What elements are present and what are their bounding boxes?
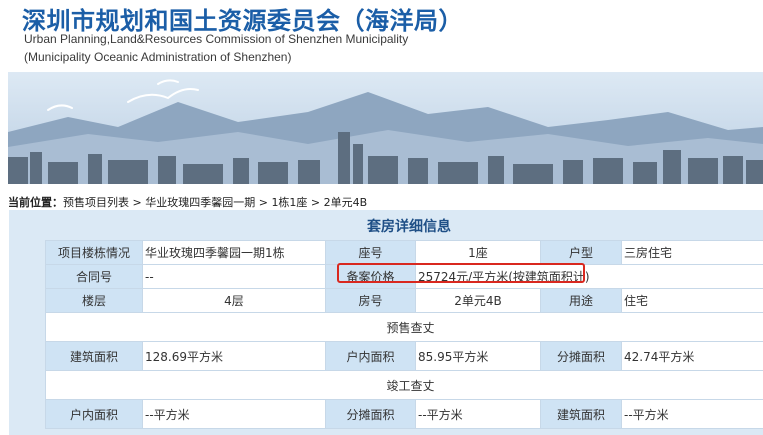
completion-survey-heading: 竣工查丈 [45,370,763,400]
completion-shared-area-value: --平方米 [415,399,541,429]
presale-shared-area-value: 42.74平方米 [621,341,763,371]
panel-title: 套房详细信息 [367,219,451,235]
presale-survey-heading: 预售查丈 [45,312,763,342]
presale-inner-area-value: 85.95平方米 [415,341,541,371]
breadcrumb-item-presale-list[interactable]: 预售项目列表 [63,196,129,209]
breadcrumb: 当前位置：预售项目列表 > 华业玫瑰四季馨园一期 > 1栋1座 > 2单元4B [8,194,367,210]
site-title-en-line2: (Municipality Oceanic Administration of … [24,50,292,64]
breadcrumb-item-project[interactable]: 华业玫瑰四季馨园一期 [145,196,255,209]
presale-inner-area-label: 户内面积 [325,341,416,371]
floor-value: 4层 [142,288,326,313]
site-title-cn: 深圳市规划和国土资源委员会（海洋局） [22,6,463,35]
breadcrumb-separator: > [255,196,272,209]
building-label: 项目楼栋情况 [45,240,143,265]
presale-build-area-label: 建筑面积 [45,341,143,371]
seat-label: 座号 [325,240,416,265]
room-number-value: 2单元4B [415,288,541,313]
floor-label: 楼层 [45,288,143,313]
table-row: 楼层 4层 房号 2单元4B 用途 住宅 [45,288,763,313]
completion-build-area-label: 建筑面积 [540,399,622,429]
breadcrumb-separator: > [307,196,324,209]
breadcrumb-separator: > [129,196,146,209]
table-row: 项目楼栋情况 华业玫瑰四季馨园一期1栋 座号 1座 户型 三房住宅 [45,240,763,265]
building-value: 华业玫瑰四季馨园一期1栋 [142,240,326,265]
contract-label: 合同号 [45,264,143,289]
header-banner-image [8,72,763,184]
completion-shared-area-label: 分摊面积 [325,399,416,429]
table-row: 预售查丈 [45,312,763,342]
unit-type-value: 三房住宅 [621,240,763,265]
unit-type-label: 户型 [540,240,622,265]
price-highlight-box [337,263,585,283]
usage-label: 用途 [540,288,622,313]
completion-build-area-value: --平方米 [621,399,763,429]
presale-shared-area-label: 分摊面积 [540,341,622,371]
breadcrumb-item-building[interactable]: 1栋1座 [271,196,307,209]
completion-inner-area-value: --平方米 [142,399,326,429]
breadcrumb-lead: 当前位置： [8,196,63,209]
room-number-label: 房号 [325,288,416,313]
completion-inner-area-label: 户内面积 [45,399,143,429]
unit-detail-panel: 套房详细信息 项目楼栋情况 华业玫瑰四季馨园一期1栋 座号 1座 户型 三房住宅… [9,210,763,435]
breadcrumb-item-unit: 2单元4B [323,196,368,209]
contract-value: -- [142,264,326,289]
city-skyline-illustration [8,72,763,184]
presale-build-area-value: 128.69平方米 [142,341,326,371]
site-title-en-line1: Urban Planning,Land&Resources Commission… [24,32,409,46]
table-row: 户内面积 --平方米 分摊面积 --平方米 建筑面积 --平方米 [45,399,763,429]
table-row: 建筑面积 128.69平方米 户内面积 85.95平方米 分摊面积 42.74平… [45,341,763,371]
table-row: 竣工查丈 [45,370,763,400]
site-header: 深圳市规划和国土资源委员会（海洋局） Urban Planning,Land&R… [0,0,763,72]
usage-value: 住宅 [621,288,763,313]
seat-value: 1座 [415,240,541,265]
